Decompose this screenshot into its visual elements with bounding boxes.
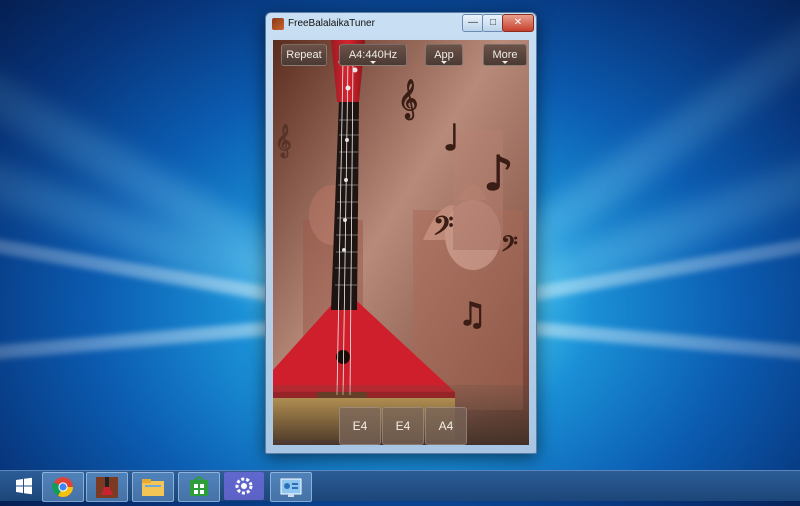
svg-text:𝄢: 𝄢 [433,210,454,248]
svg-text:𝄢: 𝄢 [501,232,518,262]
store-icon [190,476,208,496]
window-title: FreeBalalaikaTuner [288,18,375,29]
chrome-icon [52,477,73,497]
svg-text:♪: ♪ [483,146,514,202]
taskbar-file-explorer[interactable] [132,472,174,502]
close-button[interactable]: ✕ [502,14,534,32]
chevron-down-icon [441,61,447,64]
title-bar[interactable]: FreeBalalaikaTuner — □ ✕ [266,13,536,35]
repeat-button[interactable]: Repeat [281,44,327,66]
more-menu-button[interactable]: More [483,44,527,66]
svg-text:♩: ♩ [443,118,460,159]
app-icon [272,18,284,30]
app-window: FreeBalalaikaTuner — □ ✕ 𝄞 ♩ ♪ 𝄢 𝄢 ♫ 𝄞 R… [265,12,537,454]
svg-text:𝄞: 𝄞 [398,79,418,120]
balalaika-scene: 𝄞 ♩ ♪ 𝄢 𝄢 ♫ 𝄞 [273,40,529,445]
taskbar-settings[interactable] [224,472,264,500]
control-panel-icon [280,478,302,497]
maximize-button[interactable]: □ [482,14,504,32]
taskbar [0,470,800,502]
app-menu-button[interactable]: App [425,44,463,66]
frequency-label: A4:440Hz [348,49,398,61]
svg-text:𝄞: 𝄞 [275,124,292,158]
file-explorer-icon [142,479,164,496]
chevron-down-icon [502,61,508,64]
settings-icon [235,477,253,495]
chevron-down-icon [370,61,376,64]
frequency-dropdown[interactable]: A4:440Hz [339,44,407,66]
windows-start-icon [16,477,32,495]
taskbar-chrome[interactable] [42,472,84,502]
start-button[interactable] [4,472,44,500]
repeat-label: Repeat [286,49,322,61]
app-label: App [434,49,454,61]
svg-text:♫: ♫ [458,295,487,333]
more-label: More [492,49,518,61]
string-button-1[interactable]: E4 [339,407,381,445]
balalaika-app-icon [96,477,118,498]
taskbar-control-panel[interactable] [270,472,312,502]
minimize-button[interactable]: — [462,14,484,32]
string-button-3[interactable]: A4 [425,407,467,445]
taskbar-store[interactable] [178,472,220,502]
tuner-view: 𝄞 ♩ ♪ 𝄢 𝄢 ♫ 𝄞 Repeat A4:440Hz App More E… [273,40,529,445]
string-button-2[interactable]: E4 [382,407,424,445]
taskbar-balalaika[interactable] [86,472,128,502]
